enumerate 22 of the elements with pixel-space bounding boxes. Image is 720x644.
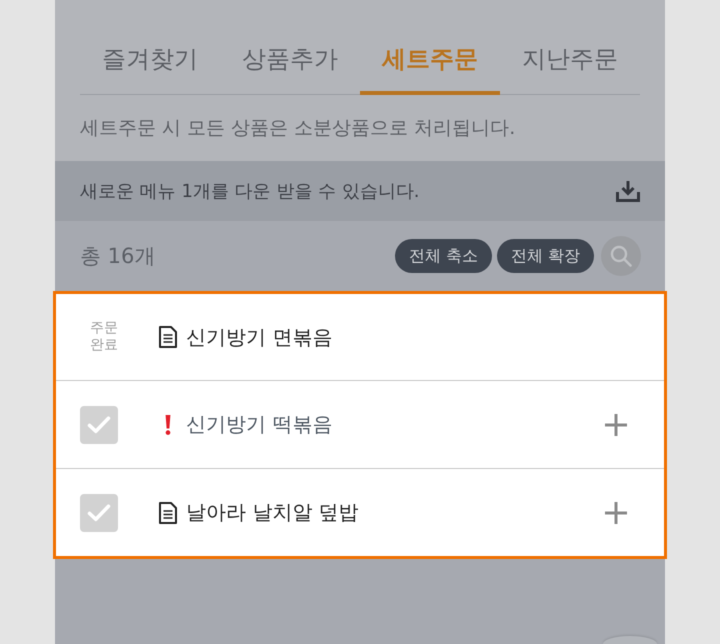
- order-status: 주문 완료: [89, 320, 119, 354]
- menu-name: 신기방기 면볶음: [186, 324, 334, 350]
- menu-name: 신기방기 떡볶음: [186, 411, 334, 438]
- item-count: 총 16개: [80, 243, 156, 270]
- search-icon: [610, 245, 632, 267]
- tab[interactable]: 즐겨찾기: [80, 20, 220, 95]
- tab[interactable]: 상품추가: [220, 20, 360, 95]
- checkbox[interactable]: [80, 406, 118, 444]
- check-icon: [87, 504, 111, 522]
- notice-text: 세트주문 시 모든 상품은 소분상품으로 처리됩니다.: [55, 95, 665, 161]
- search-button[interactable]: [601, 236, 641, 276]
- download-icon[interactable]: [616, 180, 640, 202]
- plus-icon[interactable]: [605, 502, 627, 524]
- menu-name: 날아라 날치알 덮밥: [186, 499, 360, 526]
- checkbox[interactable]: [80, 494, 118, 532]
- pill-button[interactable]: 전체 축소: [394, 239, 492, 273]
- tab[interactable]: 지난주문: [500, 20, 640, 95]
- plus-icon[interactable]: [605, 414, 627, 436]
- pill-button[interactable]: 전체 확장: [496, 239, 594, 273]
- check-icon: [87, 416, 111, 434]
- floating-button[interactable]: [603, 636, 657, 644]
- download-message: 새로운 메뉴 1개를 다운 받을 수 있습니다.: [80, 180, 420, 203]
